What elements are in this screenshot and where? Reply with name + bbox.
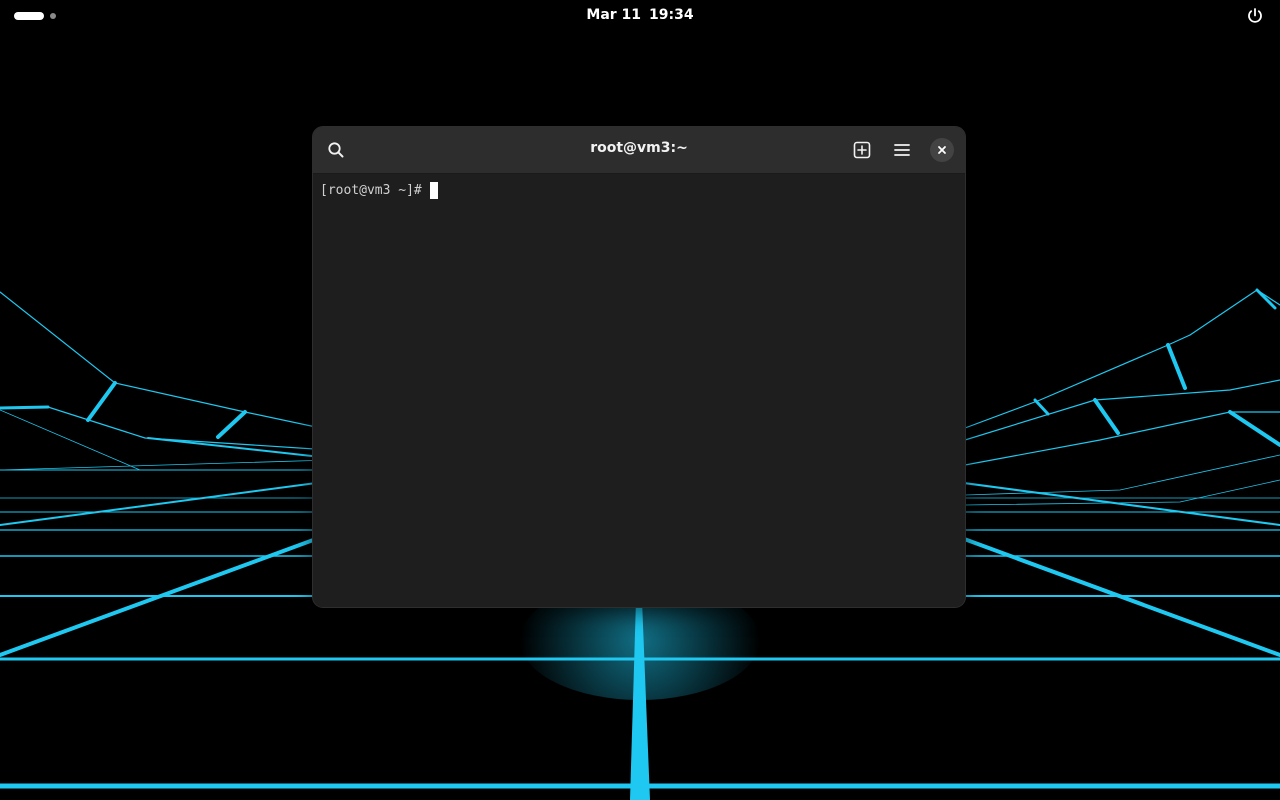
close-button[interactable] — [930, 138, 954, 162]
new-tab-button[interactable] — [848, 136, 876, 164]
text-cursor — [429, 182, 438, 199]
terminal-headerbar[interactable]: root@vm3:~ — [313, 127, 965, 174]
close-icon — [938, 146, 946, 154]
terminal-content[interactable]: [root@vm3 ~]# — [313, 174, 965, 607]
clock-button[interactable]: Mar 11 19:34 — [0, 7, 1280, 23]
clock-date: Mar 11 — [586, 7, 642, 23]
prompt-line: [root@vm3 ~]# — [320, 182, 438, 199]
shell-prompt: [root@vm3 ~]# — [320, 183, 422, 198]
terminal-window[interactable]: root@vm3:~ [root@vm3 ~]# — [313, 127, 965, 607]
top-bar: Mar 11 19:34 — [0, 0, 1280, 32]
new-tab-icon — [853, 141, 871, 159]
clock-time: 19:34 — [649, 7, 694, 23]
power-icon[interactable] — [1246, 7, 1264, 25]
desktop: Mar 11 19:34 root@vm3:~ [root@vm3 ~]# — [0, 0, 1280, 800]
menu-button[interactable] — [888, 136, 916, 164]
hamburger-menu-icon — [894, 144, 910, 156]
